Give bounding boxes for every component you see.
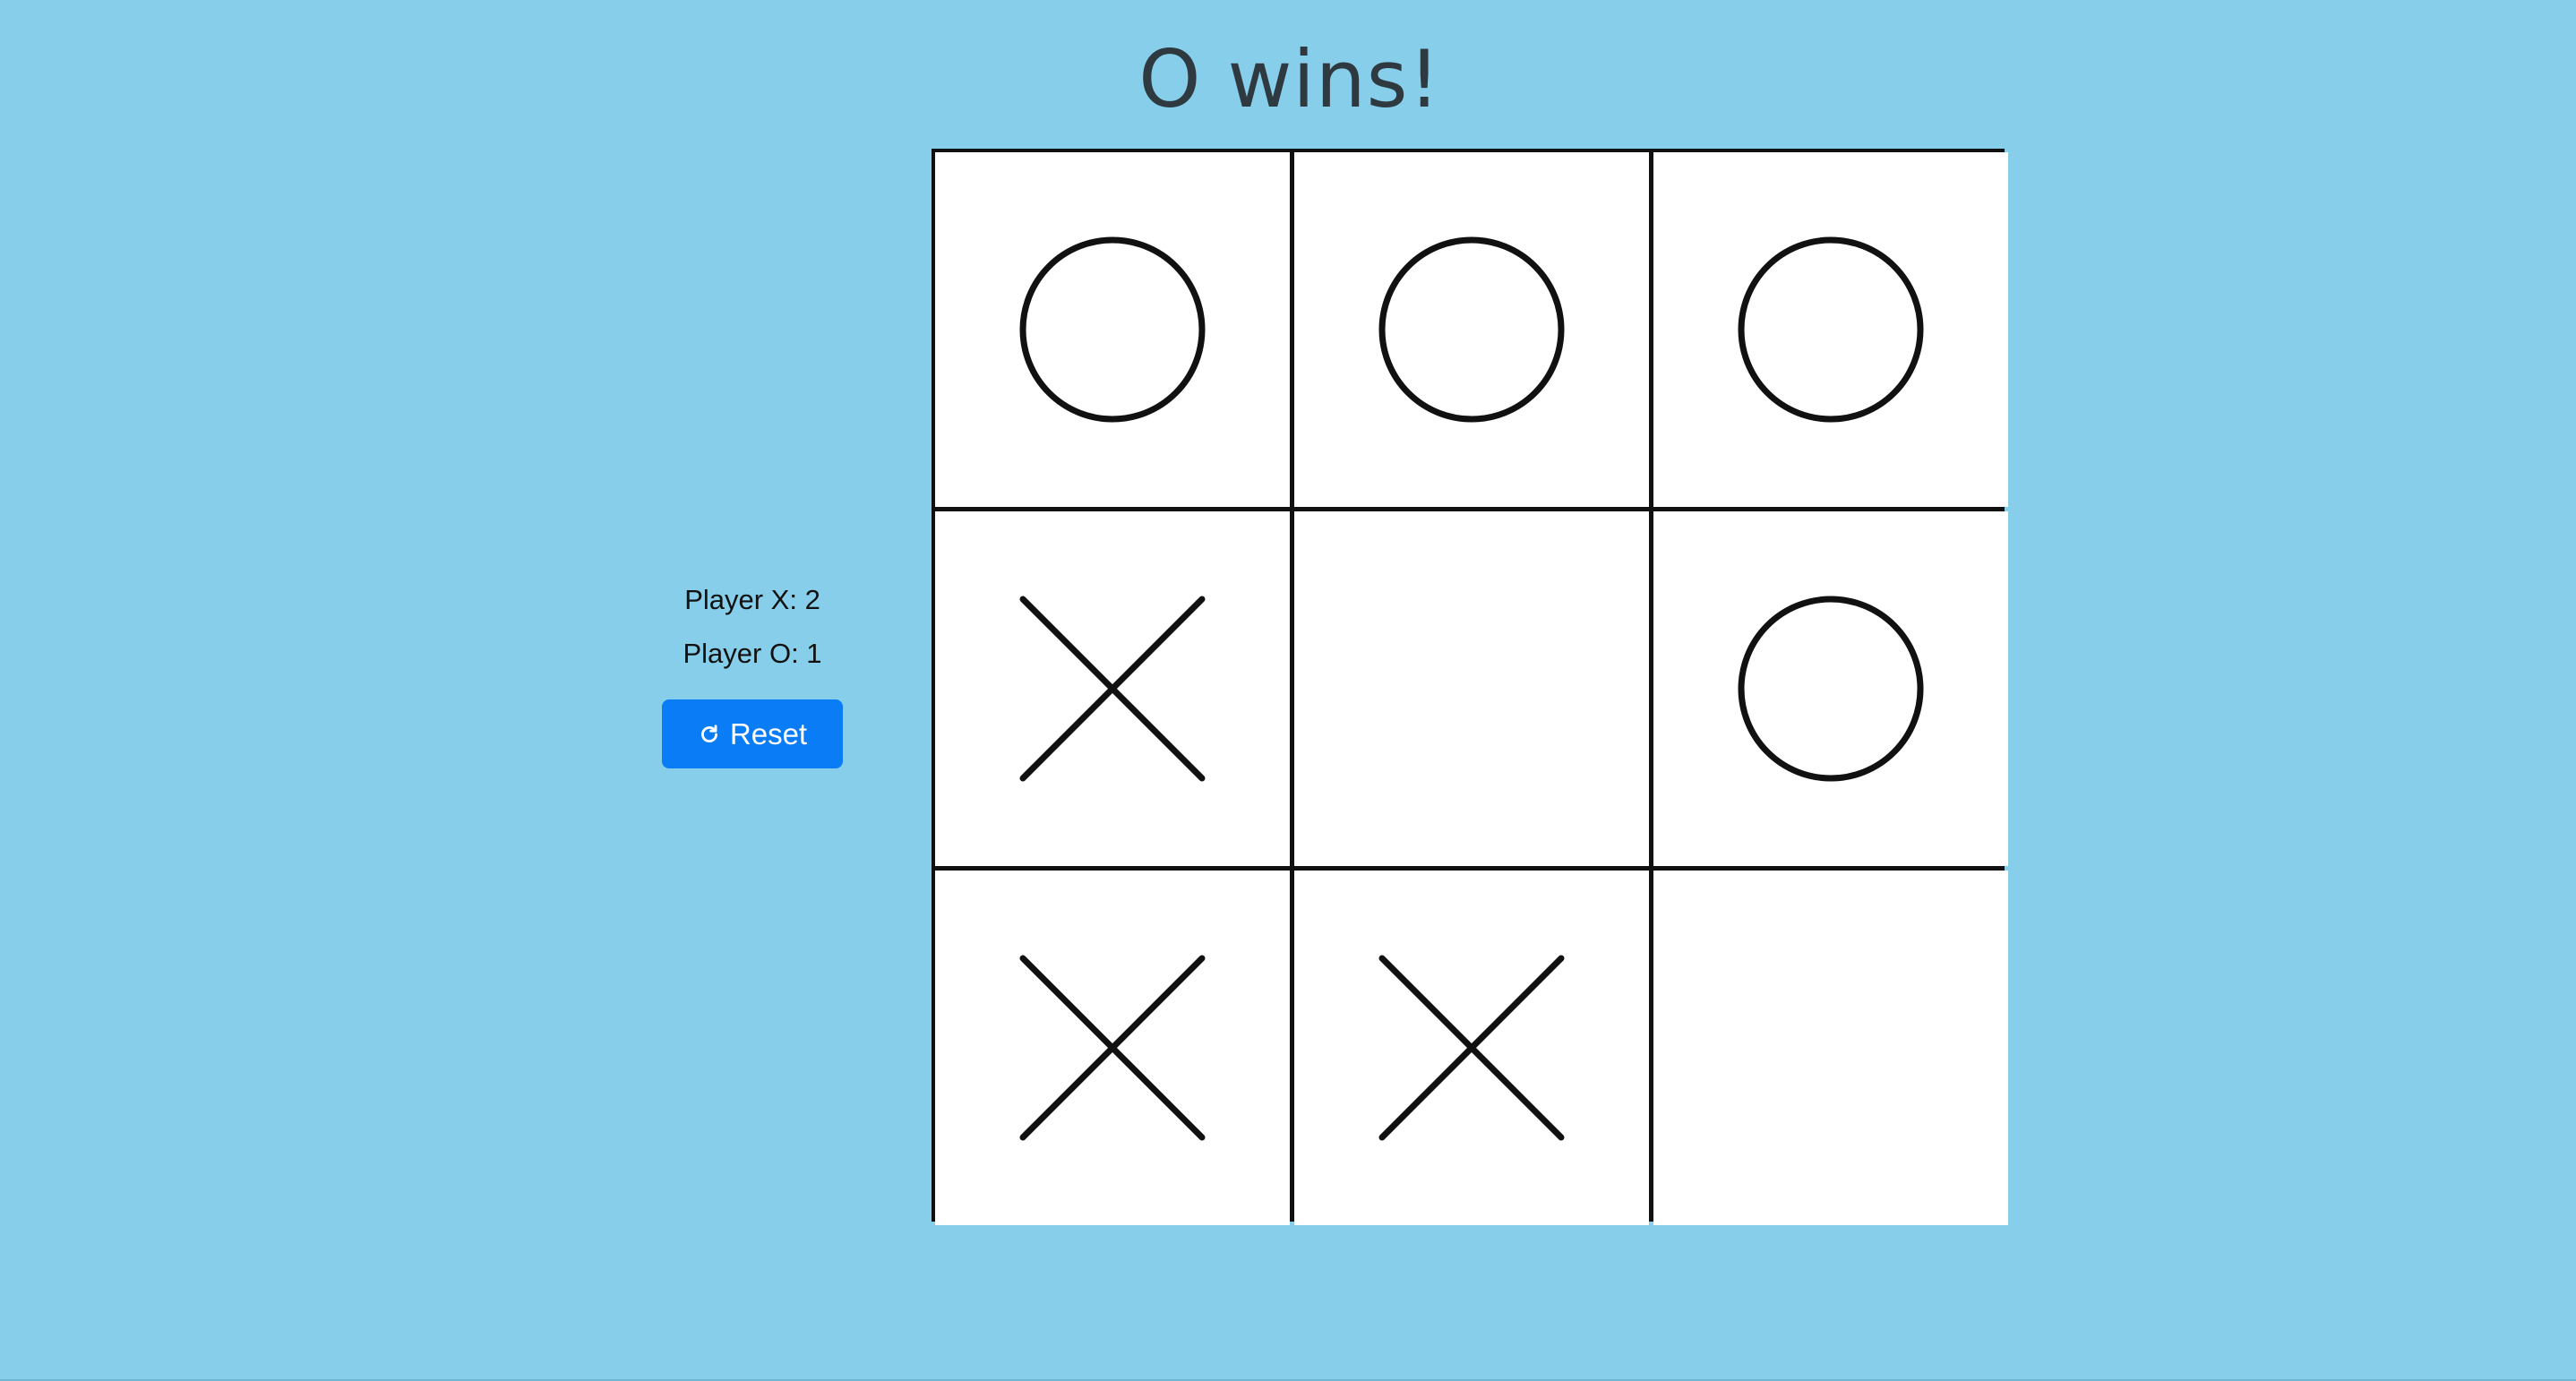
game-status-title: O wins! (1138, 33, 1441, 125)
board-cell[interactable] (1294, 152, 1649, 507)
refresh-icon (698, 723, 721, 746)
game-board (932, 149, 2008, 1225)
board-cell[interactable] (935, 152, 1290, 507)
scoreboard: Player X: 2 Player O: 1 (627, 573, 878, 681)
board-cell[interactable] (1294, 511, 1649, 866)
board-cell[interactable] (1653, 152, 2008, 507)
o-mark-icon (1378, 236, 1565, 423)
reset-button[interactable]: Reset (662, 699, 843, 768)
board-cell[interactable] (1653, 511, 2008, 866)
x-mark-icon (1378, 955, 1565, 1141)
player-o-score: Player O: 1 (683, 638, 822, 669)
x-mark-icon (1019, 955, 1206, 1141)
board-cell[interactable] (935, 511, 1290, 866)
o-mark-icon (1019, 236, 1206, 423)
x-mark-icon (1019, 596, 1206, 782)
o-mark-icon (1738, 596, 1924, 782)
board-cell[interactable] (935, 871, 1290, 1225)
board-cell[interactable] (1653, 871, 2008, 1225)
o-mark-icon (1738, 236, 1924, 423)
board-cell[interactable] (1294, 871, 1649, 1225)
reset-label: Reset (729, 716, 808, 751)
player-x-score: Player X: 2 (684, 584, 820, 615)
